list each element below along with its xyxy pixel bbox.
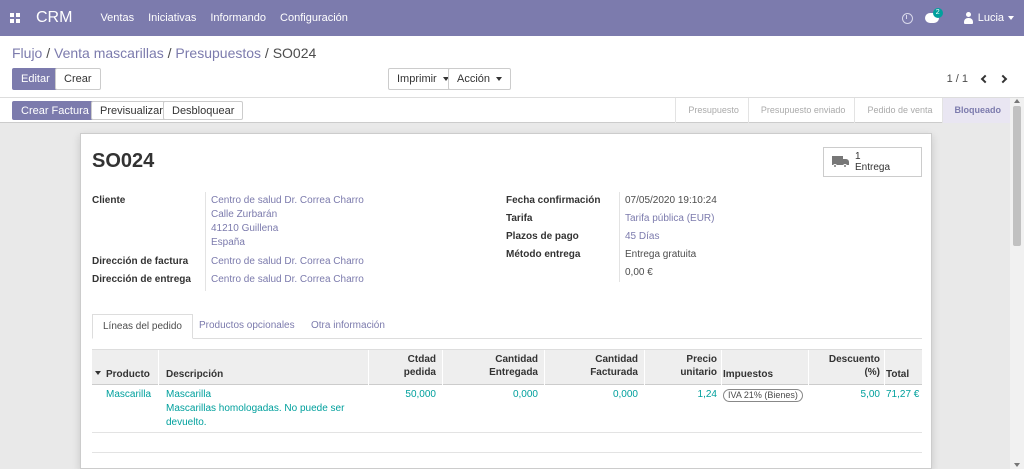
line-qty-invoiced[interactable]: 0,000	[550, 388, 638, 402]
tab-optional-products[interactable]: Productos opcionales	[189, 314, 305, 339]
preview-button[interactable]: Previsualizar	[91, 101, 172, 120]
pager: 1 / 1	[947, 73, 1008, 85]
customer-label: Cliente	[92, 195, 126, 206]
pricelist-field[interactable]: Tarifa pública (EUR)	[625, 212, 714, 226]
customer-city: 41210 Guillena	[211, 223, 279, 234]
pricelist-label: Tarifa	[506, 213, 533, 224]
top-navbar: CRM Ventas Iniciativas Informando Config…	[0, 0, 1024, 36]
truck-icon	[832, 156, 850, 168]
app-brand[interactable]: CRM	[36, 9, 72, 27]
customer-country: España	[211, 237, 245, 248]
header-total[interactable]: Total	[886, 368, 909, 381]
statusbar: Crear Factura Previsualizar Desbloquear …	[0, 98, 1010, 123]
status-step-pedido-de-venta[interactable]: Pedido de venta	[854, 98, 941, 123]
activity-clock-icon[interactable]	[901, 12, 913, 24]
delivery-method-field: Entrega gratuita	[625, 249, 697, 260]
scroll-down-icon[interactable]	[1014, 463, 1020, 467]
record-title: SO024	[92, 150, 155, 172]
menu-iniciativas[interactable]: Iniciativas	[148, 12, 196, 24]
customer-name[interactable]: Centro de salud Dr. Correa Charro	[211, 194, 364, 208]
invoice-address-field[interactable]: Centro de salud Dr. Correa Charro	[211, 255, 364, 269]
pager-previous-icon[interactable]	[980, 74, 990, 84]
scroll-thumb[interactable]	[1013, 106, 1021, 246]
confirmation-date-label: Fecha confirmación	[506, 195, 601, 206]
chevron-down-icon[interactable]	[1008, 16, 1014, 20]
chevron-down-icon	[496, 77, 503, 81]
header-discount[interactable]: Descuento (%)	[814, 353, 880, 379]
menu-informando[interactable]: Informando	[210, 12, 266, 24]
field-divider	[205, 192, 206, 291]
status-steps: Presupuesto Presupuesto enviado Pedido d…	[675, 98, 1010, 123]
line-qty-delivered[interactable]: 0,000	[448, 388, 538, 402]
payment-terms-label: Plazos de pago	[506, 231, 579, 242]
breadcrumb: Flujo / Venta mascarillas / Presupuestos…	[12, 45, 317, 61]
order-lines-table: Producto Descripción Ctdad pedida Cantida…	[92, 349, 922, 433]
line-description[interactable]: Mascarilla Mascarillas homologadas. No p…	[166, 388, 366, 430]
create-button[interactable]: Crear	[55, 68, 101, 90]
user-icon[interactable]	[963, 12, 974, 24]
form-sheet: SO024 1 Entrega Cliente Centro de salud …	[80, 133, 932, 469]
tab-order-lines[interactable]: Líneas del pedido	[92, 314, 193, 339]
unlock-button[interactable]: Desbloquear	[163, 101, 244, 120]
menu-configuracion[interactable]: Configuración	[280, 12, 348, 24]
header-taxes[interactable]: Impuestos	[723, 368, 773, 381]
header-qty-ordered[interactable]: Ctdad pedida	[374, 353, 436, 379]
table-divider	[92, 452, 922, 453]
breadcrumb-current: SO024	[272, 45, 317, 61]
sort-caret-icon[interactable]	[95, 371, 101, 375]
delivery-method-label: Método entrega	[506, 249, 581, 260]
delivery-count: 1	[855, 151, 861, 162]
chat-badge: 2	[932, 8, 943, 18]
user-menu[interactable]: Lucia	[978, 12, 1004, 24]
notebook-tabs: Líneas del pedido Productos opcionales O…	[92, 314, 922, 339]
menu-ventas[interactable]: Ventas	[100, 12, 134, 24]
header-unit-price[interactable]: Precio unitario	[650, 353, 717, 379]
header-qty-delivered[interactable]: Cantidad Entregada	[448, 353, 538, 379]
tab-other-info[interactable]: Otra información	[301, 314, 395, 339]
create-invoice-button[interactable]: Crear Factura	[12, 101, 98, 120]
breadcrumb-venta-mascarillas[interactable]: Venta mascarillas	[54, 45, 164, 61]
header-qty-invoiced[interactable]: Cantidad Facturada	[550, 353, 638, 379]
line-unit-price[interactable]: 1,24	[650, 388, 717, 402]
apps-menu-icon[interactable]	[10, 13, 20, 23]
header-product[interactable]: Producto	[106, 368, 150, 381]
line-product[interactable]: Mascarilla	[106, 388, 151, 402]
table-row[interactable]: Mascarilla Mascarilla Mascarillas homolo…	[92, 385, 922, 433]
delivery-smart-button[interactable]: 1 Entrega	[823, 147, 922, 177]
line-qty-ordered[interactable]: 50,000	[374, 388, 436, 402]
delivery-address-label: Dirección de entrega	[92, 274, 191, 285]
scroll-up-icon[interactable]	[1014, 99, 1020, 103]
pager-next-icon[interactable]	[998, 74, 1008, 84]
field-divider	[619, 192, 620, 282]
breadcrumb-presupuestos[interactable]: Presupuestos	[175, 45, 261, 61]
breadcrumb-flujo[interactable]: Flujo	[12, 45, 42, 61]
page-scrollbar[interactable]	[1010, 98, 1024, 469]
pager-value[interactable]: 1 / 1	[947, 73, 968, 85]
delivery-address-field[interactable]: Centro de salud Dr. Correa Charro	[211, 273, 364, 287]
status-step-presupuesto[interactable]: Presupuesto	[675, 98, 748, 123]
delivery-label: Entrega	[855, 162, 891, 173]
header-description[interactable]: Descripción	[166, 368, 223, 381]
line-tax-badge[interactable]: IVA 21% (Bienes)	[723, 389, 803, 402]
status-step-bloqueado[interactable]: Bloqueado	[941, 98, 1010, 123]
delivery-price-field: 0,00 €	[625, 267, 653, 278]
payment-terms-field[interactable]: 45 Días	[625, 230, 659, 244]
customer-street: Calle Zurbarán	[211, 209, 278, 220]
edit-button[interactable]: Editar	[12, 68, 59, 90]
customer-field[interactable]: Centro de salud Dr. Correa Charro Calle …	[211, 194, 364, 250]
chat-icon[interactable]: 2	[924, 8, 943, 23]
table-header: Producto Descripción Ctdad pedida Cantida…	[92, 349, 922, 386]
action-dropdown[interactable]: Acción	[448, 68, 512, 90]
invoice-address-label: Dirección de factura	[92, 256, 189, 267]
control-panel: Flujo / Venta mascarillas / Presupuestos…	[0, 36, 1024, 98]
status-step-presupuesto-enviado[interactable]: Presupuesto enviado	[747, 98, 855, 123]
line-total: 71,27 €	[886, 389, 920, 400]
line-discount[interactable]: 5,00	[814, 388, 880, 402]
confirmation-date-field: 07/05/2020 19:10:24	[625, 195, 717, 206]
